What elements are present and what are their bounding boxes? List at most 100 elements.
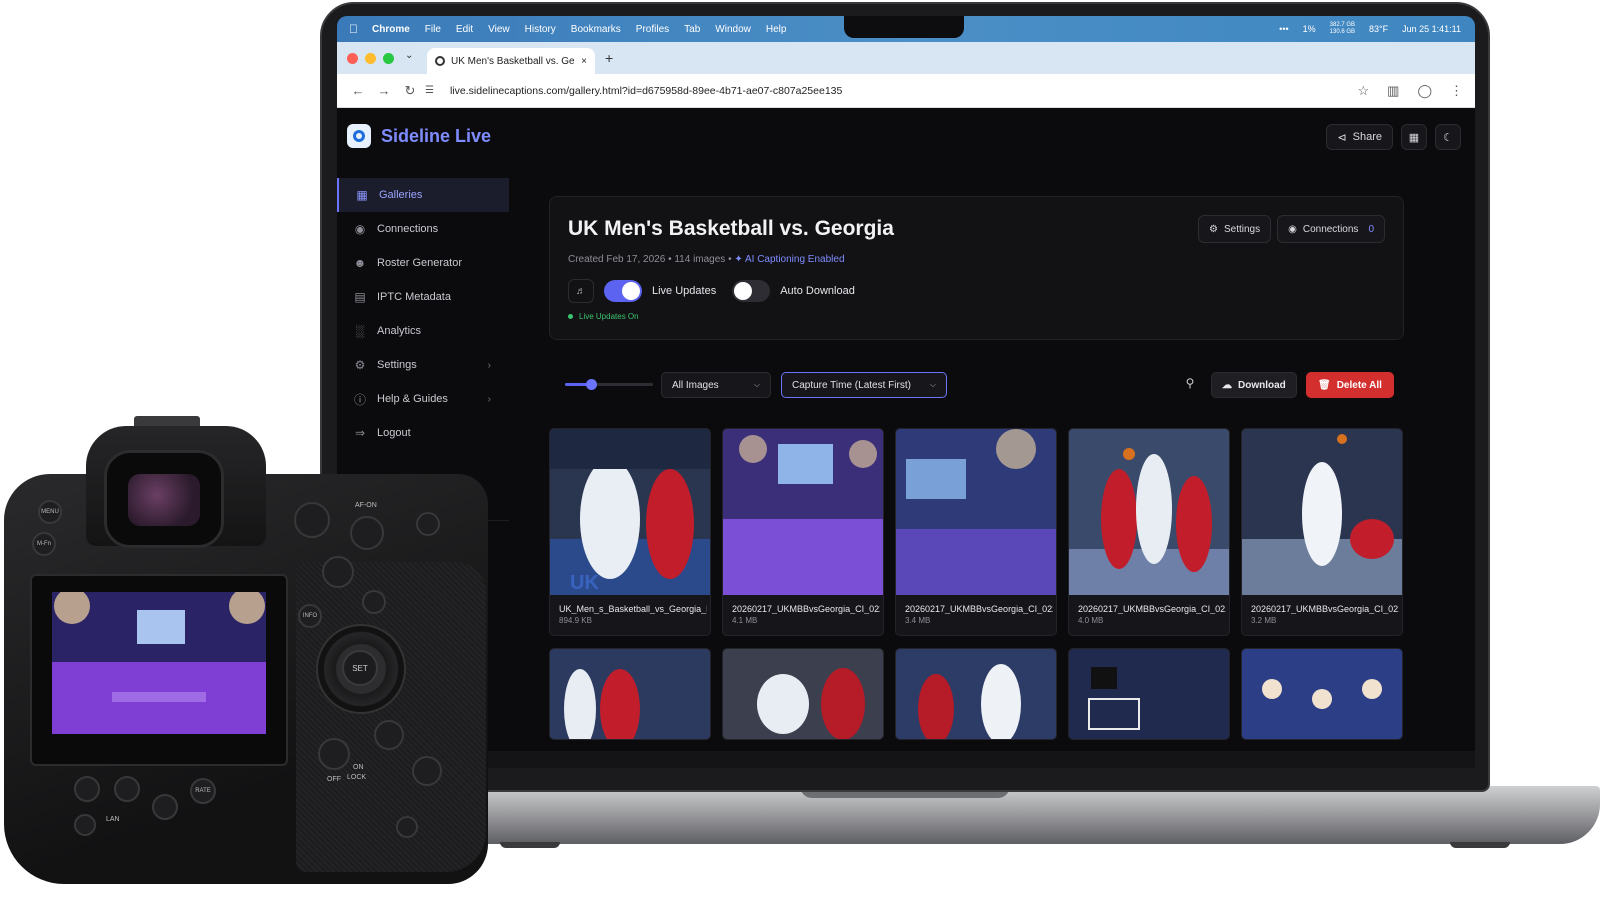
help-icon: ⓘ <box>353 392 366 407</box>
new-tab-button[interactable]: + <box>605 50 613 66</box>
sidebar-item-settings[interactable]: ⚙ Settings › <box>337 348 509 382</box>
menu-view[interactable]: View <box>488 24 510 35</box>
camera-lan-label: LAN <box>106 816 120 823</box>
sidebar-item-connections[interactable]: ◉ Connections <box>337 212 509 246</box>
camera-menu-button[interactable]: MENU <box>38 500 62 524</box>
camera-grip <box>296 562 486 872</box>
sidebar-item-galleries[interactable]: ▦ Galleries <box>337 178 509 212</box>
sidebar-item-help-guides[interactable]: ⓘ Help & Guides › <box>337 382 509 416</box>
menu-window[interactable]: Window <box>715 24 751 35</box>
sidebar-item-analytics[interactable]: ░ Analytics <box>337 314 509 348</box>
live-updates-toggle[interactable] <box>604 280 642 302</box>
apple-icon[interactable]:  <box>349 22 358 36</box>
camera-mfn-button[interactable]: M-Fn <box>32 532 56 556</box>
photo-thumbnail <box>896 649 1056 739</box>
browser-tab[interactable]: UK Men's Basketball vs. Geor × <box>427 48 595 74</box>
camera-main-dial[interactable] <box>294 502 330 538</box>
gallery-connections-button[interactable]: ◉ Connections 0 <box>1277 215 1385 243</box>
image-filter-select[interactable]: All Images ⌵ <box>661 372 771 398</box>
camera-playback-button[interactable] <box>74 776 100 802</box>
camera-set-button[interactable]: SET <box>342 650 378 686</box>
menu-tab[interactable]: Tab <box>684 24 700 35</box>
sidebar-item-label: Analytics <box>377 325 422 337</box>
extensions-icon[interactable]: ▥ <box>1387 83 1399 99</box>
tab-search-chevron-icon[interactable]: ⌄ <box>405 50 413 61</box>
more-icon[interactable]: ••• <box>1279 24 1288 34</box>
camera-on-label: ON <box>353 764 364 771</box>
camera-protect-button[interactable] <box>152 794 178 820</box>
sidebar-item-label: IPTC Metadata <box>377 291 451 303</box>
camera-q-button[interactable] <box>362 590 386 614</box>
auto-download-toggle[interactable] <box>732 280 771 302</box>
close-window-button[interactable] <box>347 53 358 64</box>
sort-select[interactable]: Capture Time (Latest First) ⌵ <box>781 372 947 398</box>
forward-icon[interactable]: → <box>373 83 395 98</box>
photo-thumbnail <box>723 429 883 595</box>
image-card[interactable] <box>722 648 884 740</box>
search-icon[interactable]: ⚲ <box>1181 376 1199 394</box>
menu-file[interactable]: File <box>425 24 441 35</box>
filter-value: All Images <box>672 379 719 391</box>
download-button[interactable]: ☁ Download <box>1211 372 1297 398</box>
image-card[interactable] <box>1241 648 1403 740</box>
window-controls <box>347 53 394 64</box>
thumbnail-size-slider[interactable] <box>565 379 653 390</box>
qr-code-button[interactable]: ▦ <box>1401 124 1427 150</box>
camera-lcd-preview <box>52 592 266 734</box>
image-card[interactable]: 20260217_UKMBBvsGeorgia_CI_021 3.2 MB <box>1241 428 1403 636</box>
slider-handle[interactable] <box>586 379 598 390</box>
back-icon[interactable]: ← <box>347 83 369 98</box>
delete-all-button[interactable]: 🗑 Delete All <box>1306 372 1394 398</box>
camera-afon-button[interactable] <box>350 516 384 550</box>
camera-rate-button[interactable]: RATE <box>190 778 216 804</box>
image-filesize: 4.1 MB <box>732 616 758 625</box>
menu-help[interactable]: Help <box>766 24 787 35</box>
close-tab-icon[interactable]: × <box>581 56 587 67</box>
camera-icon: ◉ <box>354 222 366 236</box>
image-card[interactable]: 20260217_UKMBBvsGeorgia_CI_021 4.0 MB <box>1068 428 1230 636</box>
live-status-indicator: Live Updates On <box>568 312 639 321</box>
sidebar-item-iptc-metadata[interactable]: ▤ IPTC Metadata <box>337 280 509 314</box>
camera-erase-button[interactable] <box>74 814 96 836</box>
battery-readout[interactable]: 1% <box>1303 24 1316 34</box>
camera-power-lever[interactable] <box>318 738 350 770</box>
camera-joystick[interactable] <box>322 556 354 588</box>
camera-button[interactable] <box>412 756 442 786</box>
minimize-window-button[interactable] <box>365 53 376 64</box>
menu-app-name[interactable]: Chrome <box>372 24 410 35</box>
camera-button[interactable] <box>396 816 418 838</box>
image-card[interactable] <box>895 648 1057 740</box>
reload-icon[interactable]: ↻ <box>399 83 421 99</box>
theme-toggle-button[interactable]: ☾ <box>1435 124 1461 150</box>
image-card[interactable] <box>549 648 711 740</box>
weather-readout[interactable]: 83°F <box>1369 24 1388 34</box>
image-card[interactable]: UK UK_Men_s_Basketball_vs_Georgia_F 894.… <box>549 428 711 636</box>
camera-star-button[interactable] <box>416 512 440 536</box>
zoom-window-button[interactable] <box>383 53 394 64</box>
sidebar-item-roster-generator[interactable]: ☻ Roster Generator <box>337 246 509 280</box>
photo-thumbnail <box>1069 649 1229 739</box>
site-info-icon[interactable]: ☰ <box>425 85 434 96</box>
bookmark-star-icon[interactable]: ☆ <box>1357 83 1369 99</box>
camera-button[interactable] <box>374 720 404 750</box>
image-card[interactable]: 20260217_UKMBBvsGeorgia_CI_022 3.4 MB <box>895 428 1057 636</box>
address-bar-url[interactable]: live.sidelinecaptions.com/gallery.html?i… <box>450 85 842 97</box>
menubar-status-area: ••• 1% 382.7 GB 130.6 GB 83°F Jun 25 1:4… <box>1279 16 1461 42</box>
image-card[interactable]: 20260217_UKMBBvsGeorgia_CI_022 4.1 MB <box>722 428 884 636</box>
menu-history[interactable]: History <box>525 24 556 35</box>
gallery-settings-button[interactable]: ⚙ Settings <box>1198 215 1272 243</box>
camera-info-button[interactable]: INFO <box>298 604 322 628</box>
brand-logo[interactable]: Sideline Live <box>347 124 491 148</box>
sound-button[interactable]: ♬ <box>568 279 594 303</box>
image-card[interactable] <box>1068 648 1230 740</box>
camera-magnify-button[interactable] <box>114 776 140 802</box>
profile-icon[interactable]: ◯ <box>1417 83 1432 99</box>
share-button[interactable]: ⊲ Share <box>1326 124 1393 150</box>
image-filesize: 894.9 KB <box>559 616 592 625</box>
datetime-readout[interactable]: Jun 25 1:41:11 <box>1402 24 1461 34</box>
kebab-menu-icon[interactable]: ⋮ <box>1450 83 1463 99</box>
menu-bookmarks[interactable]: Bookmarks <box>571 24 621 35</box>
sidebar-item-label: Help & Guides <box>377 393 448 405</box>
menu-profiles[interactable]: Profiles <box>636 24 669 35</box>
menu-edit[interactable]: Edit <box>456 24 473 35</box>
